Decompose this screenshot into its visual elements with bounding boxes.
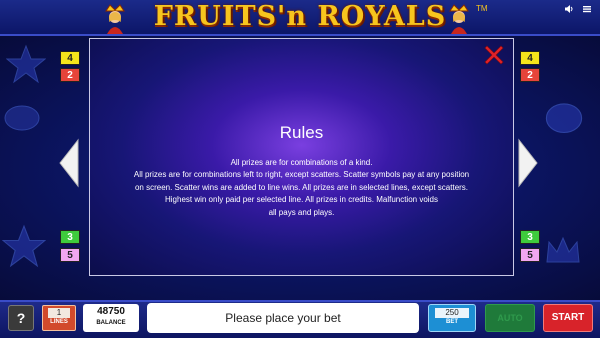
line-badge: 2 [520, 68, 540, 82]
start-button[interactable]: START [543, 304, 593, 332]
line-badge: 5 [520, 248, 540, 262]
crown-icon [546, 236, 580, 263]
rules-title: Rules [279, 123, 324, 142]
rules-text: All prizes are for combinations of a kin… [100, 157, 503, 219]
lines-selector[interactable]: 1 LINES [42, 305, 76, 331]
plum-icon [545, 103, 583, 134]
star-icon [6, 44, 46, 84]
bet-label: BET [446, 319, 458, 325]
auto-button[interactable]: AUTO [485, 304, 535, 332]
speaker-icon[interactable] [564, 4, 574, 14]
line-badge: 4 [60, 51, 80, 65]
rules-line: All prizes are for combinations left to … [133, 170, 470, 180]
bet-selector[interactable]: 250 BET [428, 304, 476, 332]
lines-label: LINES [50, 319, 68, 325]
menu-icon[interactable] [582, 4, 592, 14]
trademark-label: TM [476, 4, 488, 13]
balance-display: 48750 BALANCE [83, 304, 139, 332]
top-icons [564, 4, 592, 14]
star-icon [2, 224, 46, 268]
line-badge: 3 [60, 230, 80, 244]
close-icon[interactable] [482, 43, 506, 67]
rules-line: on screen. Scatter wins are added to lin… [134, 182, 469, 192]
line-badge: 2 [60, 68, 80, 82]
line-badge: 4 [520, 51, 540, 65]
line-badge: 5 [60, 248, 80, 262]
balance-label: BALANCE [96, 320, 126, 326]
line-badge: 3 [520, 230, 540, 244]
status-message: Please place your bet [147, 303, 419, 333]
rules-line: Highest win only paid per selected line.… [164, 195, 439, 205]
help-button[interactable]: ? [8, 305, 34, 331]
lemon-icon [4, 105, 40, 131]
previous-page-arrow-icon[interactable] [58, 138, 80, 188]
balance-value: 48750 [97, 306, 125, 317]
bet-value: 250 [435, 308, 469, 318]
rules-line: all pays and plays. [268, 207, 335, 217]
game-logo: FRUITS'n ROYALS [153, 1, 447, 32]
next-page-arrow-icon[interactable] [517, 138, 539, 188]
rules-line: All prizes are for combinations of a kin… [230, 158, 373, 167]
title-banner: FRUITS'n ROYALS TM [0, 0, 600, 36]
lines-value: 1 [48, 308, 70, 318]
rules-panel: Rules All prizes are for combinations of… [89, 38, 514, 276]
queen-icon [449, 4, 469, 34]
